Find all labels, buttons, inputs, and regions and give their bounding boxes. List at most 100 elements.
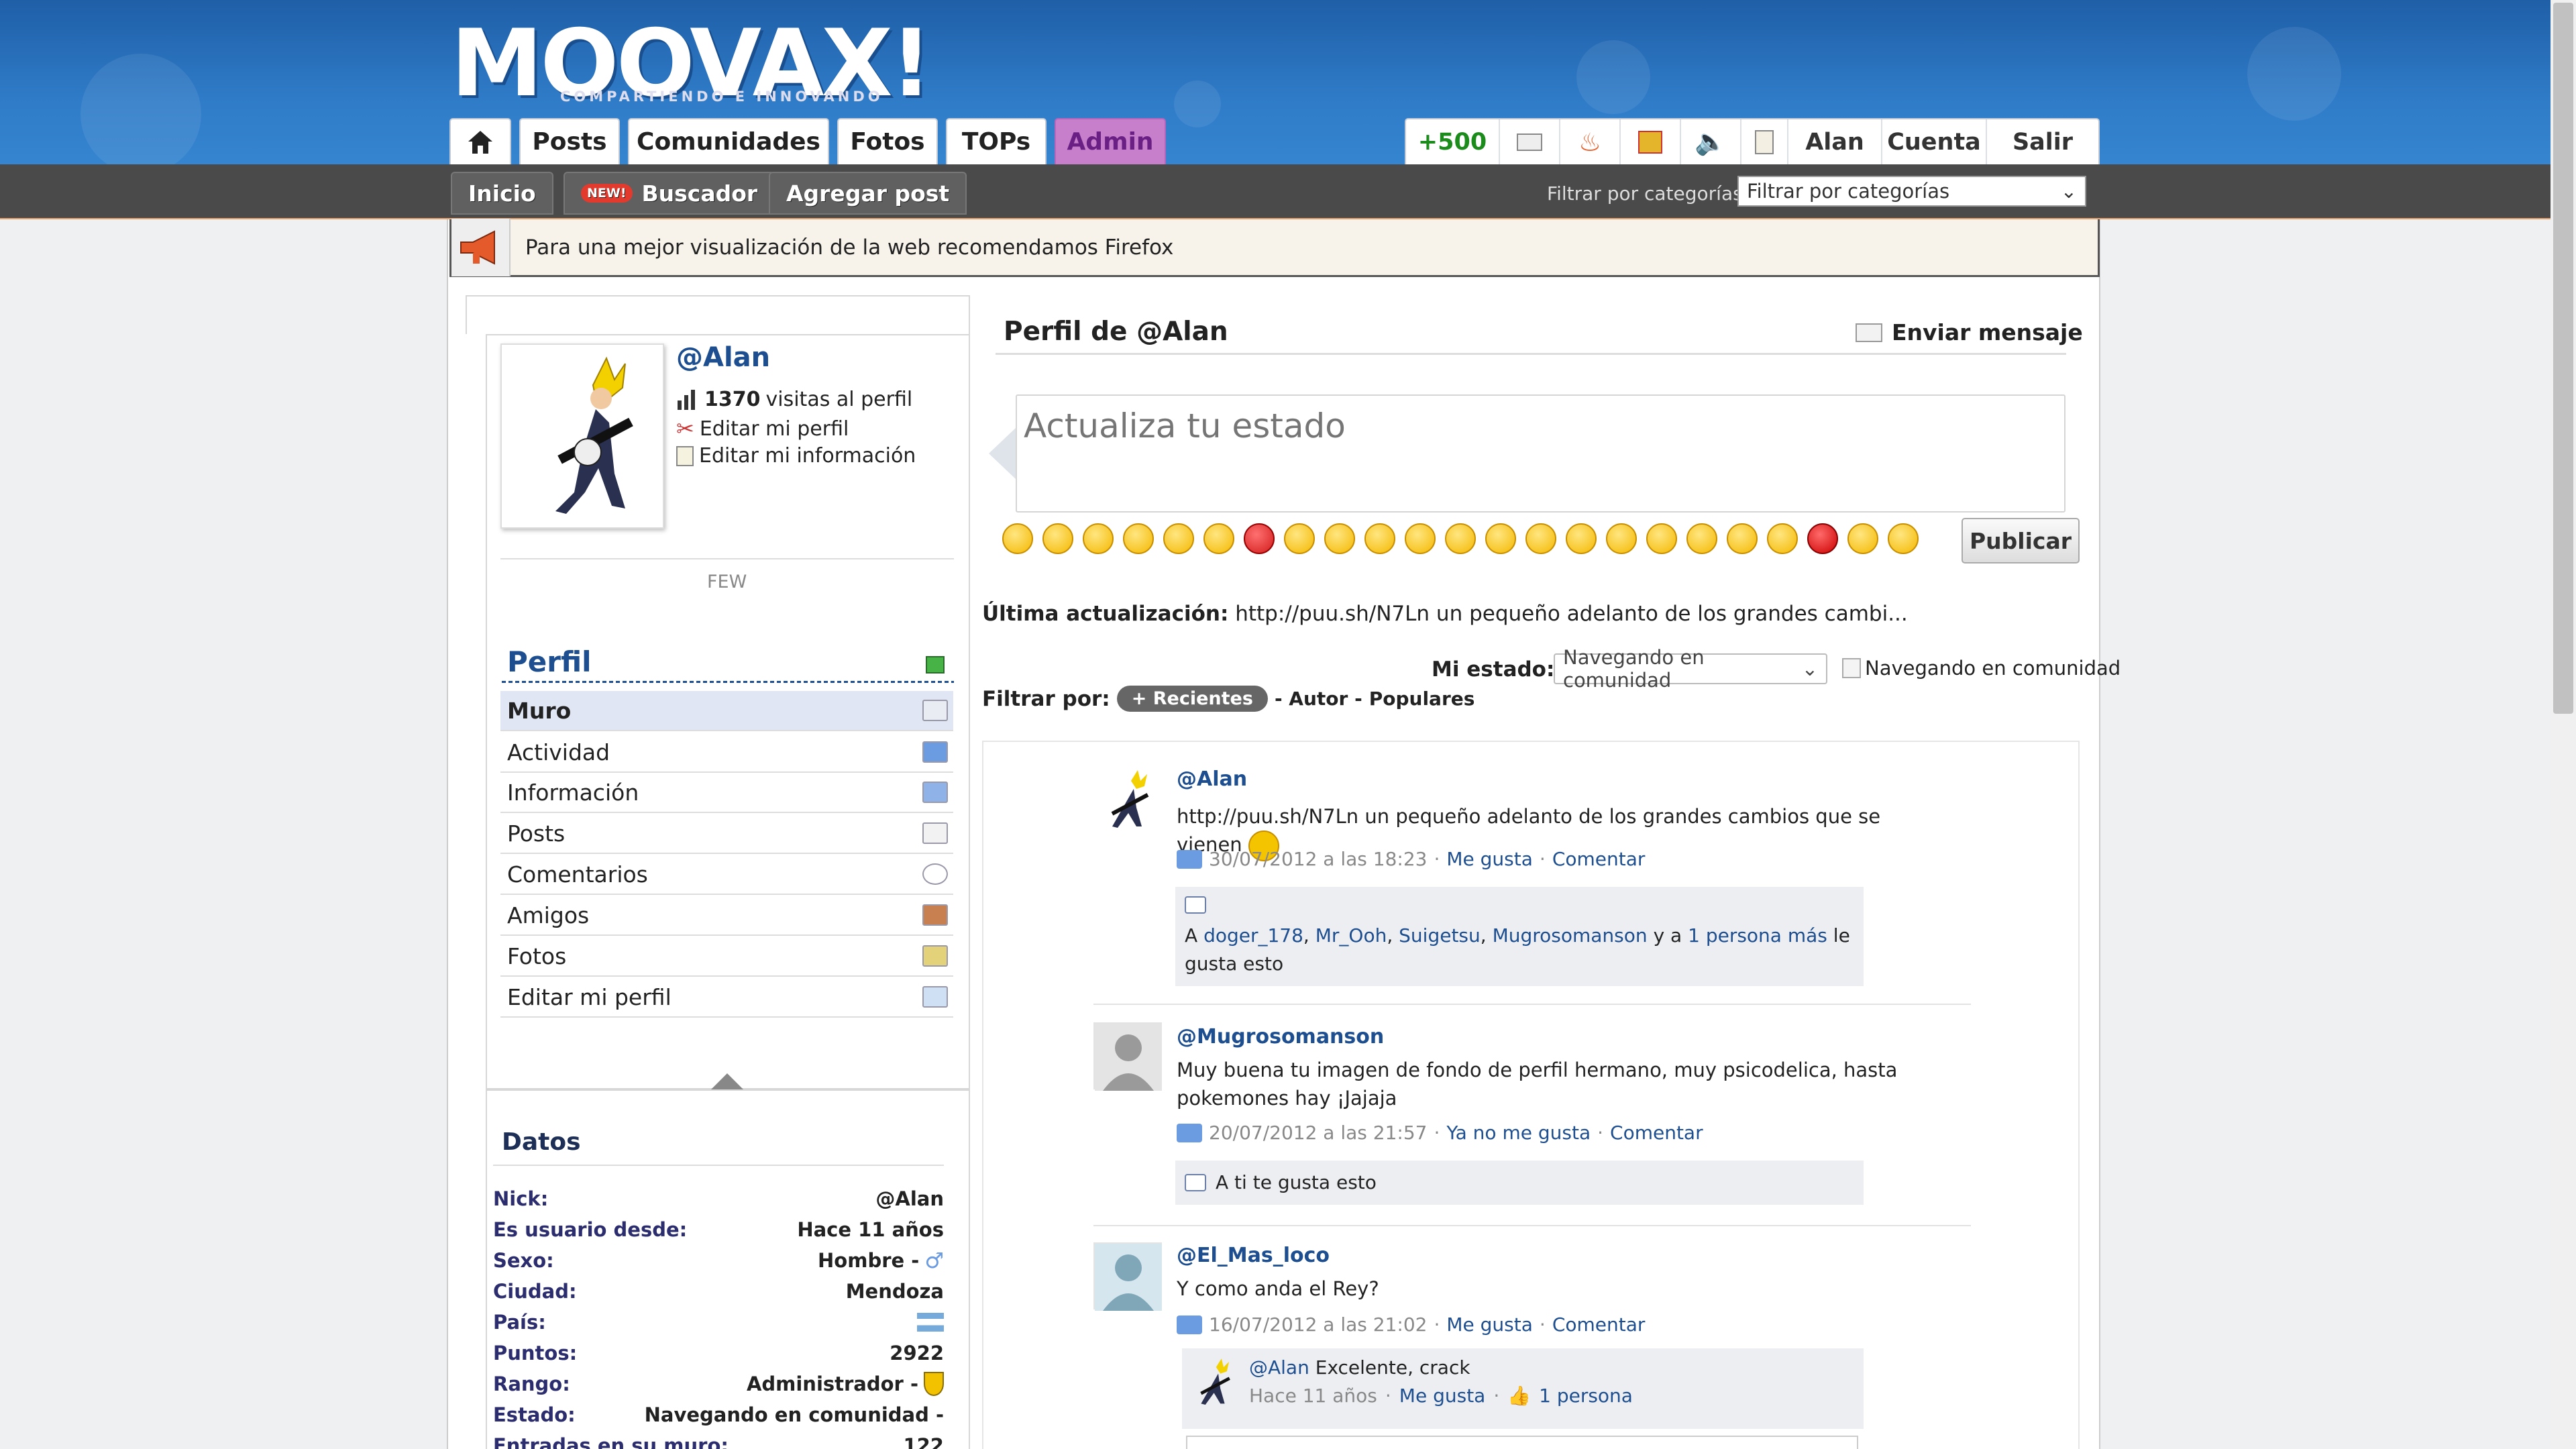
emoji-icon[interactable] <box>1324 523 1355 554</box>
send-message-button[interactable]: Enviar mensaje <box>1856 319 2083 345</box>
like-link[interactable]: Me gusta <box>1446 1313 1533 1336</box>
tab-posts[interactable]: Posts <box>519 118 620 164</box>
comment-link[interactable]: Comentar <box>1552 1313 1646 1336</box>
datos-key: Rango: <box>493 1373 570 1395</box>
post-date: 16/07/2012 a las 21:02 <box>1209 1313 1428 1336</box>
menu-item-amigos[interactable]: Amigos <box>500 896 953 936</box>
emoji-icon[interactable] <box>1485 523 1516 554</box>
messages-button[interactable] <box>1500 119 1560 164</box>
emoji-icon[interactable] <box>1525 523 1556 554</box>
buscador-label: Buscador <box>641 180 758 207</box>
emoji-icon[interactable] <box>1203 523 1234 554</box>
liker-link[interactable]: Suigetsu <box>1399 924 1481 947</box>
firefox-notice: Para una mejor visualización de la web r… <box>449 218 2100 277</box>
filter-popular-button[interactable]: Populares <box>1369 688 1475 710</box>
edit-profile-link[interactable]: ✂ Editar mi perfil <box>676 416 849 441</box>
emoji-icon[interactable] <box>1847 523 1878 554</box>
datos-row-estado: Estado: Navegando en comunidad - <box>493 1399 944 1430</box>
emoji-icon[interactable] <box>1767 523 1798 554</box>
liker-link[interactable]: Mr_Ooh <box>1316 924 1387 947</box>
post-avatar[interactable] <box>1093 1242 1162 1311</box>
reply-like-link[interactable]: Me gusta <box>1399 1385 1486 1407</box>
publish-button[interactable]: Publicar <box>1962 518 2080 564</box>
scrollbar-thumb[interactable] <box>2553 3 2573 714</box>
emoji-icon[interactable] <box>1566 523 1597 554</box>
emoji-icon[interactable] <box>1807 523 1838 554</box>
emoji-icon[interactable] <box>1364 523 1395 554</box>
emoji-icon[interactable] <box>1445 523 1476 554</box>
filter-recent-button[interactable]: + Recientes <box>1116 686 1268 712</box>
datos-key: País: <box>493 1311 546 1334</box>
emoji-icon[interactable] <box>1163 523 1194 554</box>
buscador-button[interactable]: NEW! Buscador <box>564 172 775 215</box>
profile-handle[interactable]: @Alan <box>676 342 770 373</box>
menu-item-posts[interactable]: Posts <box>500 814 953 854</box>
home-tab[interactable] <box>449 118 511 164</box>
emoji-icon[interactable] <box>1042 523 1073 554</box>
likes-more-link[interactable]: 1 persona más <box>1688 924 1827 947</box>
reply-input[interactable] <box>1186 1436 1858 1449</box>
tab-comunidades[interactable]: Comunidades <box>628 118 829 164</box>
gifts-button[interactable] <box>1621 119 1681 164</box>
points-button[interactable]: +500 <box>1406 119 1500 164</box>
sound-button[interactable]: 🔈 <box>1681 119 1741 164</box>
clipboard-button[interactable] <box>1741 119 1788 164</box>
reply-author[interactable]: @Alan <box>1249 1356 1309 1379</box>
menu-item-informacion[interactable]: Información <box>500 773 953 813</box>
edit-info-link[interactable]: Editar mi información <box>676 444 916 468</box>
logout-button[interactable]: Salir <box>1987 119 2098 164</box>
post-author[interactable]: @El_Mas_loco <box>1177 1244 1330 1267</box>
my-status-select[interactable]: Navegando en comunidad ⌄ <box>1554 646 1827 692</box>
reply-likes-link[interactable]: 1 persona <box>1539 1385 1633 1407</box>
account-button[interactable]: Cuenta <box>1882 119 1987 164</box>
tab-admin[interactable]: Admin <box>1055 118 1166 164</box>
emoji-icon[interactable] <box>1686 523 1717 554</box>
menu-item-actividad[interactable]: Actividad <box>500 733 953 773</box>
menu-item-muro[interactable]: Muro <box>500 691 953 731</box>
tab-tops[interactable]: TOPs <box>946 118 1046 164</box>
filter-author-button[interactable]: - Autor - <box>1275 688 1362 710</box>
emoji-icon[interactable] <box>1284 523 1315 554</box>
emoji-icon[interactable] <box>1002 523 1033 554</box>
notifications-button[interactable]: ♨ <box>1560 119 1621 164</box>
unlike-link[interactable]: Ya no me gusta <box>1446 1122 1591 1144</box>
emoji-icon[interactable] <box>1405 523 1436 554</box>
menu-item-comentarios[interactable]: Comentarios <box>500 855 953 895</box>
wall-icon <box>922 700 948 721</box>
tab-fotos[interactable]: Fotos <box>837 118 938 164</box>
comment-link[interactable]: Comentar <box>1552 848 1646 870</box>
datos-key: Sexo: <box>493 1249 554 1272</box>
emoji-icon[interactable] <box>1083 523 1114 554</box>
menu-item-editar[interactable]: Editar mi perfil <box>500 977 953 1018</box>
emoji-icon[interactable] <box>1244 523 1275 554</box>
menu-item-fotos[interactable]: Fotos <box>500 936 953 977</box>
inicio-button[interactable]: Inicio <box>451 172 553 215</box>
category-filter-select[interactable]: Filtrar por categorías ⌄ <box>1737 176 2086 207</box>
post-author[interactable]: @Mugrosomanson <box>1177 1025 1384 1049</box>
emoji-icon[interactable] <box>1727 523 1758 554</box>
reply-text: Excelente, crack <box>1315 1356 1470 1379</box>
emoji-icon[interactable] <box>1606 523 1637 554</box>
comment-link[interactable]: Comentar <box>1610 1122 1703 1144</box>
menu-title-underline <box>502 681 954 683</box>
avatar[interactable] <box>500 343 664 529</box>
bg-bubble <box>1576 40 1650 114</box>
datos-title: Datos <box>502 1128 581 1156</box>
post-author[interactable]: @Alan <box>1177 767 1247 791</box>
category-filter-label: Filtrar por categorías: <box>1547 182 1750 205</box>
post-avatar[interactable] <box>1093 1022 1162 1091</box>
default-user-icon <box>1095 1244 1162 1311</box>
my-status-value: Navegando en comunidad <box>1563 646 1705 692</box>
add-post-button[interactable]: Agregar post <box>769 172 967 215</box>
emoji-icon[interactable] <box>1646 523 1677 554</box>
user-button[interactable]: Alan <box>1788 119 1882 164</box>
emoji-icon[interactable] <box>1123 523 1154 554</box>
post-avatar[interactable] <box>1093 767 1162 835</box>
like-link[interactable]: Me gusta <box>1446 848 1533 870</box>
collapse-arrow-icon[interactable] <box>711 1073 743 1089</box>
liker-link[interactable]: Mugrosomanson <box>1493 924 1648 947</box>
liker-link[interactable]: doger_178 <box>1203 924 1303 947</box>
emoji-icon[interactable] <box>1888 523 1919 554</box>
status-input[interactable] <box>1016 394 2065 513</box>
comment-bubble-icon <box>1177 849 1202 869</box>
